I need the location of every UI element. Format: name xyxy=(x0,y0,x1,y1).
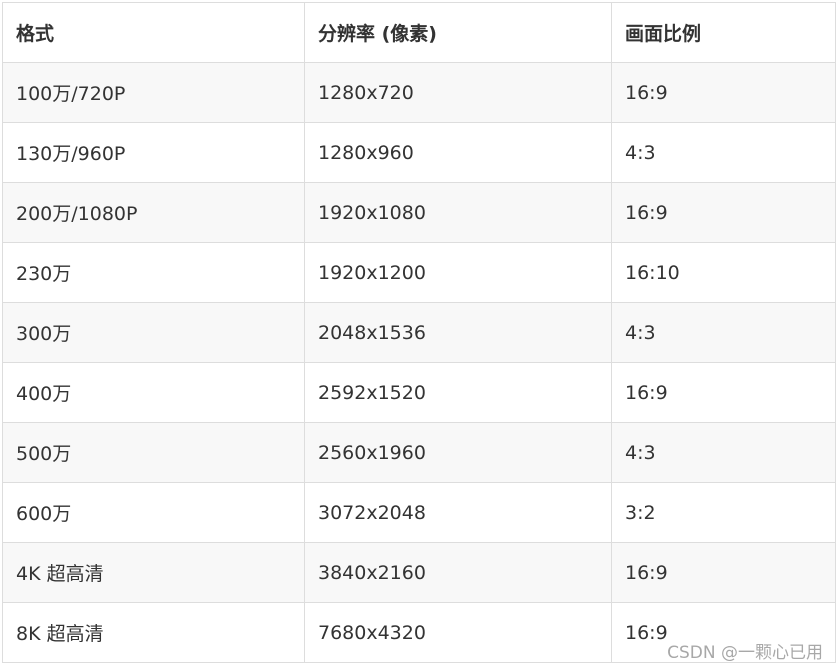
cell-format: 400万 xyxy=(2,362,305,423)
table-row: 4K 超高清 3840x2160 16:9 xyxy=(2,542,836,603)
table-row: 130万/960P 1280x960 4:3 xyxy=(2,122,836,183)
table-row: 200万/1080P 1920x1080 16:9 xyxy=(2,182,836,243)
table-row: 230万 1920x1200 16:10 xyxy=(2,242,836,303)
cell-format: 130万/960P xyxy=(2,122,305,183)
cell-aspect-ratio: 16:10 xyxy=(611,242,836,303)
cell-resolution: 2560x1960 xyxy=(304,422,612,483)
table-row: 400万 2592x1520 16:9 xyxy=(2,362,836,423)
table-row: 600万 3072x2048 3:2 xyxy=(2,482,836,543)
header-resolution: 分辨率 (像素) xyxy=(304,2,612,63)
cell-resolution: 1280x720 xyxy=(304,62,612,123)
table-row: 300万 2048x1536 4:3 xyxy=(2,302,836,363)
cell-resolution: 2592x1520 xyxy=(304,362,612,423)
cell-format: 500万 xyxy=(2,422,305,483)
table-row: 100万/720P 1280x720 16:9 xyxy=(2,62,836,123)
header-format: 格式 xyxy=(2,2,305,63)
cell-resolution: 3840x2160 xyxy=(304,542,612,603)
watermark: CSDN @一颗心已用 xyxy=(667,643,823,663)
cell-aspect-ratio: 16:9 xyxy=(611,542,836,603)
cell-format: 100万/720P xyxy=(2,62,305,123)
cell-resolution: 1920x1200 xyxy=(304,242,612,303)
cell-aspect-ratio: 4:3 xyxy=(611,122,836,183)
cell-resolution: 7680x4320 xyxy=(304,602,612,663)
cell-resolution: 1920x1080 xyxy=(304,182,612,243)
cell-format: 230万 xyxy=(2,242,305,303)
cell-aspect-ratio: 16:9 xyxy=(611,362,836,423)
header-aspect-ratio: 画面比例 xyxy=(611,2,836,63)
cell-format: 4K 超高清 xyxy=(2,542,305,603)
cell-aspect-ratio: 16:9 xyxy=(611,62,836,123)
cell-resolution: 2048x1536 xyxy=(304,302,612,363)
cell-format: 8K 超高清 xyxy=(2,602,305,663)
cell-aspect-ratio: 3:2 xyxy=(611,482,836,543)
resolution-table: 格式 分辨率 (像素) 画面比例 100万/720P 1280x720 16:9… xyxy=(2,2,836,663)
table-row: 500万 2560x1960 4:3 xyxy=(2,422,836,483)
table-header-row: 格式 分辨率 (像素) 画面比例 xyxy=(2,2,836,63)
cell-format: 200万/1080P xyxy=(2,182,305,243)
cell-aspect-ratio: 4:3 xyxy=(611,302,836,363)
cell-aspect-ratio: 4:3 xyxy=(611,422,836,483)
cell-format: 300万 xyxy=(2,302,305,363)
cell-format: 600万 xyxy=(2,482,305,543)
cell-resolution: 1280x960 xyxy=(304,122,612,183)
cell-aspect-ratio: 16:9 xyxy=(611,182,836,243)
cell-resolution: 3072x2048 xyxy=(304,482,612,543)
